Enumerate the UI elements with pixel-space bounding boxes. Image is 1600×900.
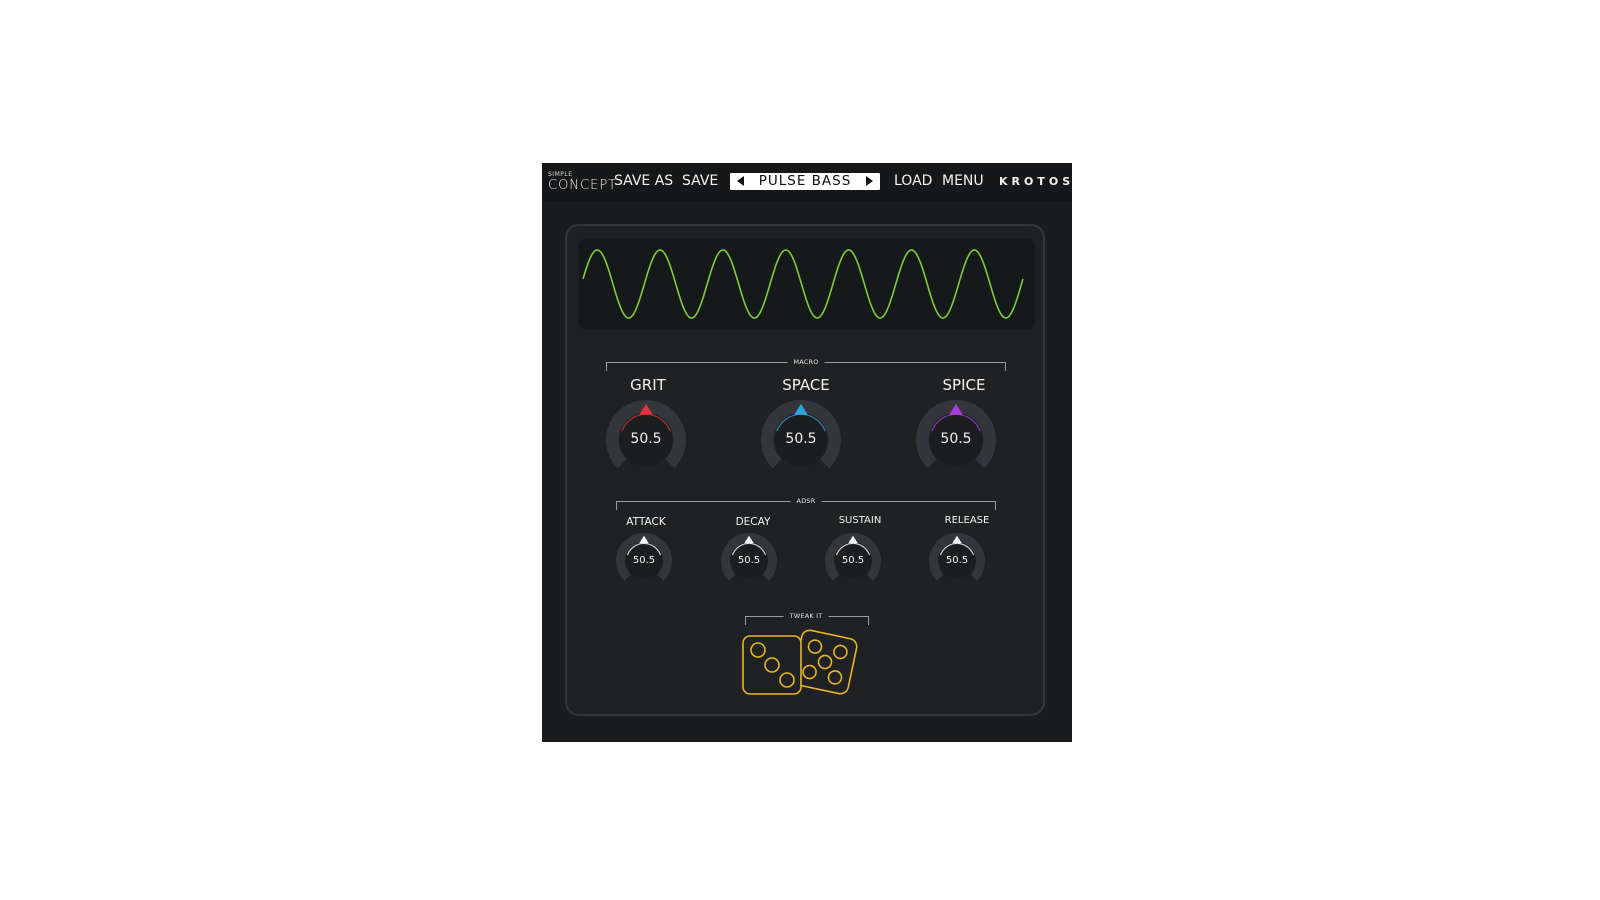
- release-knob-value: 50.5: [945, 554, 969, 566]
- main-panel: MACRO GRIT SPACE SPICE ADSR ATTACK DECAY…: [565, 224, 1045, 716]
- sine-wave: [582, 249, 1024, 319]
- release-label: RELEASE: [944, 515, 990, 526]
- save-button[interactable]: SAVE: [682, 173, 718, 189]
- preset-selector: PULSE BASS: [730, 173, 880, 190]
- decay-label: DECAY: [735, 516, 771, 528]
- waveform-svg: [582, 249, 1024, 319]
- tweak-section-label: TWEAK IT: [783, 612, 829, 620]
- logo-big-text: CONCEPT: [548, 178, 618, 193]
- decay-knob[interactable]: 50.5: [717, 529, 781, 593]
- decay-knob-value: 50.5: [737, 554, 761, 566]
- space-knob-value: 50.5: [785, 430, 817, 447]
- macro-section-label: MACRO: [787, 358, 825, 366]
- attack-knob[interactable]: 50.5: [612, 529, 676, 593]
- grit-label: GRIT: [630, 376, 666, 394]
- load-button[interactable]: LOAD: [894, 173, 932, 189]
- dice-icon[interactable]: [741, 624, 871, 704]
- preset-name[interactable]: PULSE BASS: [730, 173, 880, 190]
- attack-label: ATTACK: [626, 516, 666, 528]
- save-as-button[interactable]: SAVE AS: [614, 173, 673, 189]
- release-knob[interactable]: 50.5: [925, 529, 989, 593]
- sustain-knob-value: 50.5: [841, 554, 865, 566]
- attack-knob-value: 50.5: [632, 554, 656, 566]
- plugin-window: SIMPLE CONCEPT SAVE AS SAVE PULSE BASS L…: [542, 163, 1072, 742]
- menu-button[interactable]: MENU: [942, 173, 984, 189]
- simple-concept-logo: SIMPLE CONCEPT: [548, 171, 616, 197]
- space-knob[interactable]: 50.5: [757, 396, 845, 484]
- waveform-display: [579, 238, 1035, 330]
- sustain-knob[interactable]: 50.5: [821, 529, 885, 593]
- spice-label: SPICE: [942, 376, 986, 394]
- top-bar: SIMPLE CONCEPT SAVE AS SAVE PULSE BASS L…: [542, 163, 1072, 201]
- logo-small-text: SIMPLE: [548, 171, 573, 178]
- spice-knob-value: 50.5: [940, 430, 972, 447]
- grit-knob[interactable]: 50.5: [602, 396, 690, 484]
- spice-knob[interactable]: 50.5: [912, 396, 1000, 484]
- grit-knob-value: 50.5: [630, 430, 662, 447]
- sustain-label: SUSTAIN: [838, 515, 882, 526]
- krotos-logo: KROTOS: [999, 175, 1075, 188]
- adsr-section-label: ADSR: [790, 497, 822, 505]
- next-preset-arrow-icon[interactable]: [866, 176, 873, 186]
- space-label: SPACE: [782, 376, 830, 394]
